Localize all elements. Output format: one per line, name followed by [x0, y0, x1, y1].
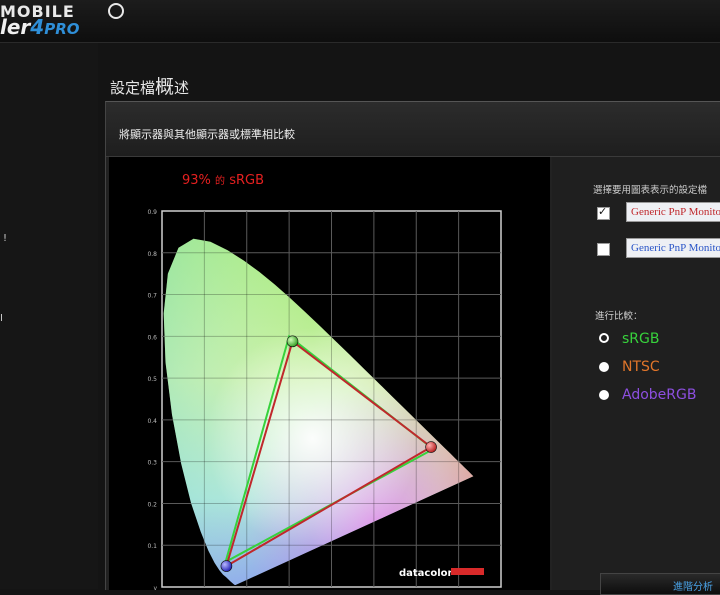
- y-tick-label: 0.1: [147, 543, 157, 550]
- green-primary-point: [286, 335, 299, 348]
- y-tick-label: y: [153, 585, 157, 590]
- radio-ntsc[interactable]: [599, 362, 609, 372]
- y-tick-label: 0.6: [147, 334, 157, 341]
- profile-checkbox-1[interactable]: [597, 205, 610, 220]
- cie-gamut-chart: 0.9 0.8 0.7 0.6 0.5 0.4 0.3 0.2 0.1 y datacolor: [147, 209, 502, 590]
- option-adobergb-label[interactable]: AdobeRGB: [622, 387, 696, 403]
- brand-logo-icon: [108, 3, 124, 19]
- brand-logo-bottom: ler4PRO: [0, 15, 80, 39]
- radio-adobergb[interactable]: [599, 390, 609, 400]
- y-tick-label: 0.7: [147, 293, 157, 300]
- y-tick-label: 0.8: [147, 251, 157, 258]
- y-tick-label: 0.4: [147, 418, 157, 425]
- sidebar-mark: !: [3, 233, 8, 244]
- sidebar-mark: I: [0, 313, 3, 324]
- blue-primary-point: [220, 560, 233, 572]
- panel-header: 將顯示器與其他顯示器或標準相比較: [106, 102, 720, 157]
- profile-checkbox-2[interactable]: [597, 243, 610, 256]
- sidebar: ! I: [0, 43, 98, 589]
- y-tick-label: 0.5: [147, 376, 157, 383]
- page-title: 設定檔概述: [110, 76, 190, 98]
- option-srgb-label[interactable]: sRGB: [622, 331, 659, 347]
- red-primary-point: [425, 441, 437, 453]
- y-tick-label: 0.2: [147, 501, 157, 508]
- app-header: MOBILE ler4PRO: [0, 0, 720, 43]
- radio-srgb[interactable]: [599, 333, 609, 343]
- compare-label: 進行比較：: [595, 311, 643, 322]
- y-tick-label: 0.3: [147, 460, 157, 467]
- profile-name-1: Generic PnP Monitor: [626, 202, 720, 222]
- gamut-chart-area: 93% 的 sRGB 0.9 0.8 0.7 0.6 0.5 0.4 0.3 0…: [109, 157, 550, 590]
- svg-text:datacolor: datacolor: [399, 568, 453, 579]
- comparison-panel: 將顯示器與其他顯示器或標準相比較 93% 的 sRGB 0.9 0.8 0.7 …: [105, 101, 720, 595]
- y-tick-label: 0.9: [147, 209, 157, 216]
- option-ntsc-label[interactable]: NTSC: [622, 359, 660, 375]
- profile-name-2: Generic PnP Monitor: [626, 238, 720, 258]
- panel-header-text: 將顯示器與其他顯示器或標準相比較: [119, 128, 295, 141]
- advanced-analysis-button[interactable]: 進階分析: [600, 573, 720, 595]
- options-pane: 選擇要用圖表表示的設定檔 Generic PnP Monitor Generic…: [552, 157, 720, 595]
- select-profile-label: 選擇要用圖表表示的設定檔: [593, 185, 708, 196]
- chart-y-ticks: 0.9 0.8 0.7 0.6 0.5 0.4 0.3 0.2 0.1 y: [147, 209, 157, 590]
